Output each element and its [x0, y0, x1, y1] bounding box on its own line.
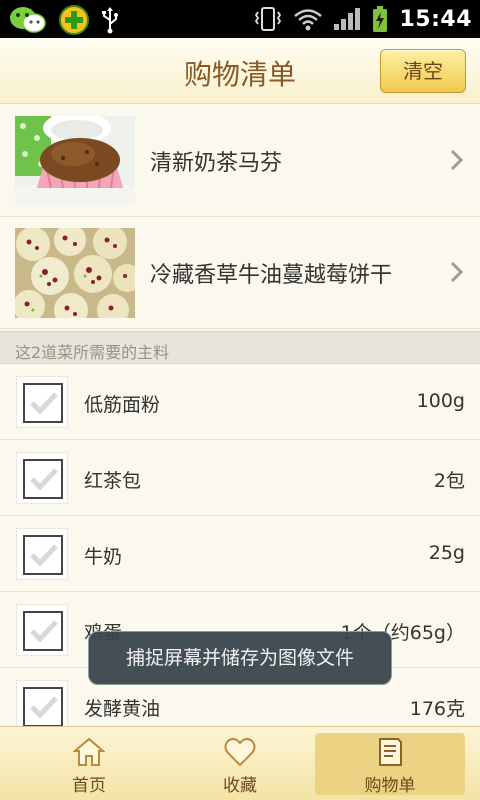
- recipe-name: 清新奶茶马芬: [150, 151, 283, 176]
- ingredient-checkbox[interactable]: [16, 604, 68, 656]
- status-time: 15:44: [399, 6, 472, 32]
- toast-message: 捕捉屏幕并储存为图像文件: [88, 631, 392, 685]
- chevron-right-icon: [450, 149, 464, 171]
- recipe-item-cookies[interactable]: 冷藏香草牛油蔓越莓饼干: [0, 217, 480, 329]
- status-bar-notifications: [8, 4, 120, 36]
- recipe-thumbnail: [15, 228, 135, 318]
- recipe-thumbnail: [15, 116, 135, 206]
- shopping-list-icon: [379, 738, 402, 766]
- usb-icon: [102, 7, 118, 34]
- recipe-item-muffin[interactable]: 清新奶茶马芬: [0, 105, 480, 217]
- home-icon: [73, 737, 105, 766]
- plus-app-icon: [59, 5, 89, 35]
- nav-label: 首页: [72, 776, 106, 796]
- check-icon: [30, 392, 58, 415]
- ingredients-section-header: 这2道菜所需要的主料: [0, 331, 480, 364]
- ingredient-checkbox[interactable]: [16, 680, 68, 732]
- ingredient-amount: 100g: [416, 390, 465, 412]
- battery-charging-icon: [373, 6, 388, 32]
- check-icon: [30, 544, 58, 567]
- ingredient-checkbox[interactable]: [16, 528, 68, 580]
- signal-icon: [334, 8, 361, 30]
- nav-home[interactable]: 首页: [14, 733, 164, 796]
- vibrate-icon: [255, 7, 282, 31]
- ingredient-checkbox[interactable]: [16, 376, 68, 428]
- nav-label: 购物单: [364, 776, 416, 796]
- ingredient-checkbox[interactable]: [16, 452, 68, 504]
- nav-favorites[interactable]: 收藏: [165, 733, 315, 796]
- check-icon: [30, 620, 58, 643]
- chevron-right-icon: [450, 261, 464, 283]
- wifi-icon: [294, 9, 323, 31]
- check-icon: [30, 468, 58, 491]
- ingredient-name: 牛奶: [84, 546, 123, 568]
- clear-button[interactable]: 清空: [380, 49, 466, 93]
- ingredient-name: 发酵黄油: [84, 698, 161, 720]
- status-bar: 15:44: [0, 0, 480, 38]
- app-header: 购物清单 清空: [0, 38, 480, 104]
- check-icon: [30, 696, 58, 719]
- bottom-nav: 首页 收藏 购物单: [0, 726, 480, 800]
- recipe-name: 冷藏香草牛油蔓越莓饼干: [150, 263, 393, 288]
- section-title: 这2道菜所需要的主料: [15, 343, 170, 362]
- heart-icon: [224, 737, 256, 767]
- ingredient-name: 低筋面粉: [84, 394, 161, 416]
- ingredient-row[interactable]: 牛奶 25g: [0, 516, 480, 592]
- status-bar-system: 15:44: [253, 3, 472, 35]
- nav-shopping-list[interactable]: 购物单: [315, 733, 465, 796]
- ingredient-row[interactable]: 红茶包 2包: [0, 440, 480, 516]
- nav-label: 收藏: [223, 776, 257, 796]
- ingredient-name: 红茶包: [84, 470, 142, 492]
- ingredient-amount: 25g: [428, 542, 465, 564]
- ingredient-row[interactable]: 低筋面粉 100g: [0, 364, 480, 440]
- wechat-icon: [10, 7, 46, 33]
- ingredient-amount: 2包: [433, 470, 465, 492]
- ingredient-amount: 176克: [409, 698, 465, 720]
